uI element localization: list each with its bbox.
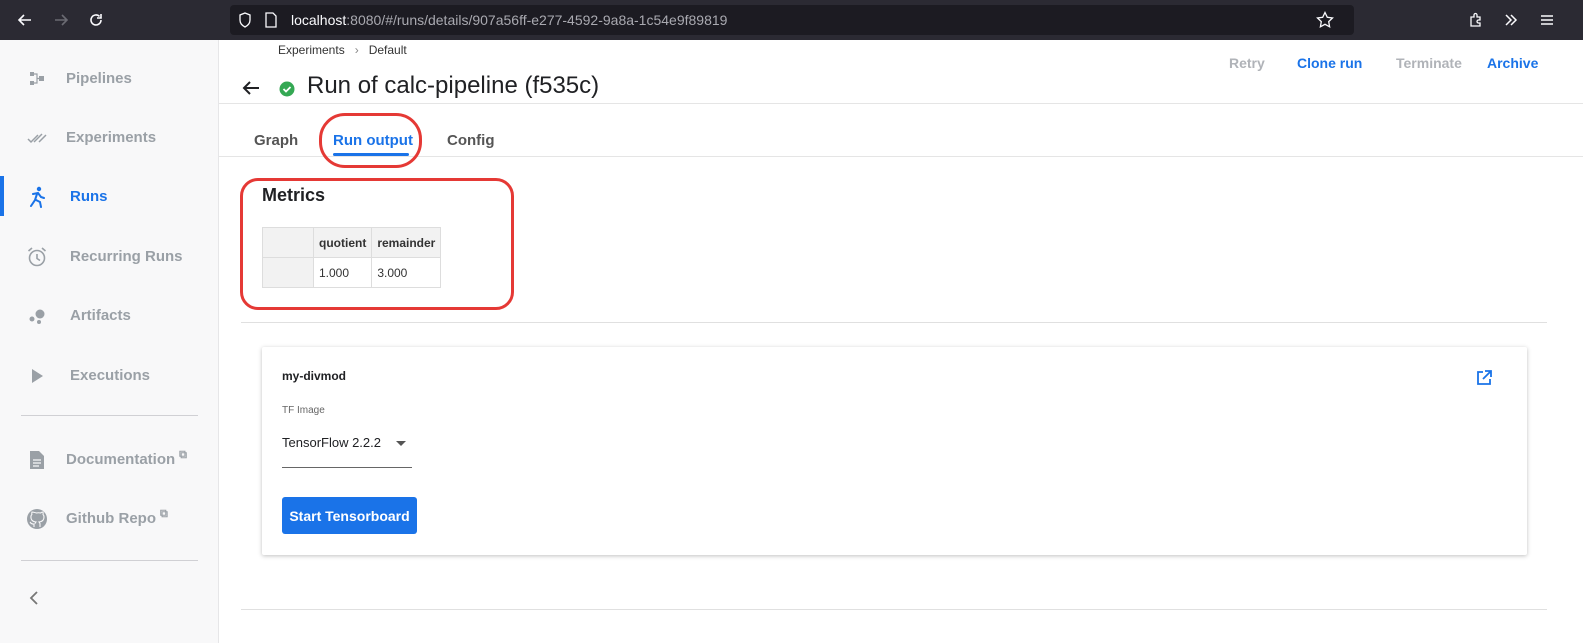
- tab-config[interactable]: Config: [447, 132, 494, 149]
- card-title: my-divmod: [282, 369, 347, 383]
- sidebar-item-artifacts[interactable]: Artifacts: [0, 296, 218, 336]
- metrics-highlight-annotation: [240, 178, 514, 310]
- sidebar-item-label: Artifacts: [70, 307, 131, 324]
- sidebar-item-label: Executions: [70, 367, 151, 384]
- terminate-button[interactable]: Terminate: [1396, 55, 1462, 71]
- menu-icon[interactable]: [1535, 8, 1559, 32]
- play-icon: [26, 365, 48, 387]
- section-divider: [241, 609, 1547, 610]
- sidebar-item-executions[interactable]: Executions: [0, 356, 218, 396]
- sidebar-divider: [21, 415, 198, 416]
- sidebar-item-runs[interactable]: Runs: [0, 177, 218, 217]
- url-text: localhost:8080/#/runs/details/907a56ff-e…: [291, 12, 728, 28]
- sidebar-item-experiments[interactable]: Experiments: [0, 118, 218, 158]
- breadcrumb-separator: ›: [354, 43, 359, 57]
- tab-highlight-annotation: [319, 113, 422, 168]
- sidebar-link-github[interactable]: Github Repo ⧉: [0, 499, 218, 539]
- shield-icon: [238, 12, 252, 33]
- overflow-chevrons-icon[interactable]: [1499, 8, 1523, 32]
- sidebar-divider: [21, 560, 198, 561]
- main-content: Experiments › Default Run of calc-pipeline…: [219, 40, 1583, 643]
- sidebar-item-label: Recurring Runs: [70, 248, 183, 265]
- sidebar-link-label: Github Repo ⧉: [66, 508, 168, 527]
- dropdown-caret-icon: [396, 441, 406, 446]
- tf-image-value: TensorFlow 2.2.2: [282, 435, 381, 450]
- sidebar-item-recurring-runs[interactable]: Recurring Runs: [0, 237, 218, 277]
- breadcrumb: Experiments › Default: [278, 43, 407, 57]
- experiments-icon: [26, 127, 48, 149]
- runs-icon: [26, 186, 48, 208]
- forward-icon[interactable]: [49, 8, 73, 32]
- external-link-icon: ⧉: [160, 508, 168, 520]
- tab-graph[interactable]: Graph: [254, 132, 298, 149]
- collapse-chevron-icon[interactable]: [28, 590, 40, 611]
- page-title: Run of calc-pipeline (f535c): [307, 72, 600, 99]
- tf-image-label: TF Image: [282, 405, 325, 416]
- github-icon: [26, 508, 48, 530]
- tf-image-select[interactable]: TensorFlow 2.2.2: [282, 429, 412, 468]
- reload-icon[interactable]: [84, 8, 108, 32]
- sidebar: Pipelines Experiments Runs Recurring Run…: [0, 40, 219, 643]
- back-icon[interactable]: [13, 8, 37, 32]
- status-success-icon: [279, 81, 295, 102]
- back-arrow-icon[interactable]: [241, 78, 261, 103]
- sidebar-item-label: Experiments: [66, 129, 157, 146]
- extensions-icon[interactable]: [1464, 8, 1488, 32]
- header-divider: [219, 103, 1583, 104]
- breadcrumb-experiments[interactable]: Experiments: [278, 43, 345, 57]
- tensorboard-card: my-divmod TF Image TensorFlow 2.2.2 Star…: [262, 347, 1527, 555]
- pipelines-icon: [26, 68, 48, 90]
- archive-button[interactable]: Archive: [1487, 55, 1538, 71]
- sidebar-item-label: Pipelines: [66, 70, 132, 87]
- document-icon: [26, 449, 48, 471]
- sidebar-link-documentation[interactable]: Documentation ⧉: [0, 440, 218, 480]
- start-tensorboard-button[interactable]: Start Tensorboard: [282, 497, 417, 534]
- external-link-icon: ⧉: [179, 449, 188, 461]
- tabs-divider: [219, 156, 1583, 157]
- sidebar-item-pipelines[interactable]: Pipelines: [0, 59, 218, 99]
- open-in-new-icon[interactable]: [1475, 369, 1493, 387]
- sidebar-item-label: Runs: [70, 188, 108, 205]
- section-divider: [241, 322, 1547, 323]
- breadcrumb-default[interactable]: Default: [369, 43, 407, 57]
- alarm-clock-icon: [26, 246, 48, 268]
- address-bar[interactable]: localhost:8080/#/runs/details/907a56ff-e…: [230, 5, 1354, 35]
- bookmark-star-icon[interactable]: [1316, 10, 1334, 34]
- browser-toolbar: localhost:8080/#/runs/details/907a56ff-e…: [0, 0, 1583, 40]
- clone-run-button[interactable]: Clone run: [1297, 55, 1362, 71]
- artifacts-icon: [26, 305, 48, 327]
- sidebar-link-label: Documentation ⧉: [66, 449, 188, 468]
- page-icon: [264, 12, 278, 33]
- retry-button[interactable]: Retry: [1229, 55, 1265, 71]
